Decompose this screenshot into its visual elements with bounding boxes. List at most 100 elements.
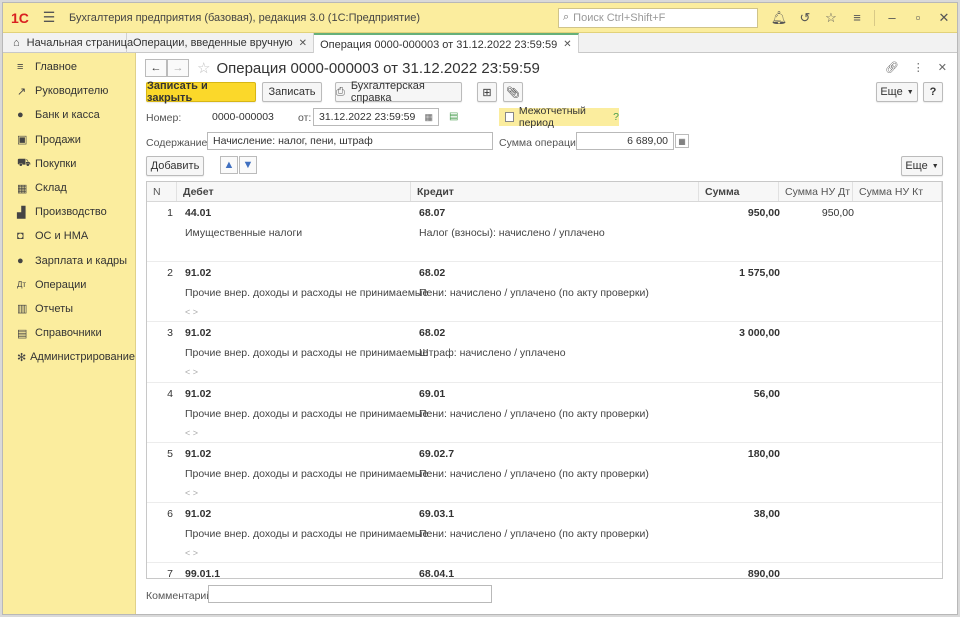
add-row-button[interactable]: Добавить	[146, 156, 204, 176]
sum-field[interactable]: 6 689,00	[576, 132, 674, 150]
sidebar-item-warehouse[interactable]: ▦ Склад	[3, 176, 135, 200]
settings-menu-icon[interactable]: ≡	[844, 10, 870, 25]
interperiod-checkbox[interactable]: Межотчетный период ?	[499, 105, 619, 129]
sum-value[interactable]: 56,00	[705, 388, 780, 400]
calendar-icon[interactable]: ▦	[424, 112, 433, 123]
sum-value[interactable]: 38,00	[705, 508, 780, 520]
tab-manual-operations[interactable]: Операции, введенные вручную ✕	[127, 33, 315, 53]
debit-account[interactable]: 91.02	[185, 267, 211, 279]
close-tab-icon[interactable]: ✕	[299, 38, 307, 49]
tab-operation-document[interactable]: Операция 0000-000003 от 31.12.2022 23:59…	[314, 33, 579, 54]
sidebar-item-bank[interactable]: ● Банк и касса	[3, 103, 135, 127]
row-number[interactable]: 6	[147, 508, 177, 520]
row-number[interactable]: 3	[147, 327, 177, 339]
row-number[interactable]: 1	[147, 207, 177, 219]
column-header-credit[interactable]: Кредит	[411, 182, 699, 201]
subconto-nav[interactable]: < >	[185, 488, 198, 498]
calendar-picker-icon[interactable]: ▤	[449, 111, 458, 122]
checkbox-box[interactable]	[505, 112, 514, 122]
credit-subconto[interactable]: Пени: начислено / уплачено (по акту пров…	[419, 468, 649, 480]
back-button[interactable]: ←	[145, 59, 167, 77]
table-row[interactable]: 4 91.02 Прочие внер. доходы и расходы не п…	[147, 383, 942, 443]
debit-account[interactable]: 44.01	[185, 207, 211, 219]
table-row[interactable]: 1 44.01 Имущественные налоги 68.07 Налог (вз…	[147, 202, 942, 263]
credit-subconto[interactable]: Штраф: начислено / уплачено	[419, 347, 566, 359]
forward-button[interactable]: →	[167, 59, 189, 77]
debit-account[interactable]: 91.02	[185, 508, 211, 520]
sum-value[interactable]: 180,00	[705, 448, 780, 460]
date-field[interactable]: 31.12.2022 23:59:59 ▦	[313, 108, 439, 126]
credit-account[interactable]: 69.03.1	[419, 508, 454, 520]
credit-account[interactable]: 68.07	[419, 207, 445, 219]
debit-account[interactable]: 91.02	[185, 448, 211, 460]
move-down-icon[interactable]: ▼	[239, 156, 257, 174]
move-up-icon[interactable]: ▲	[220, 156, 238, 174]
subconto-nav[interactable]: < >	[185, 548, 198, 558]
debit-subconto[interactable]: Прочие внер. доходы и расходы не принима…	[185, 528, 428, 540]
credit-account[interactable]: 69.01	[419, 388, 445, 400]
sum-nu-dt-value[interactable]: 950,00	[781, 207, 854, 219]
table-row[interactable]: 799.01.1Причитающиеся налоговые санкции6…	[147, 563, 942, 578]
credit-subconto[interactable]: Пени: начислено / уплачено (по акту пров…	[419, 528, 649, 540]
sidebar-item-production[interactable]: ▟ Производство	[3, 200, 135, 224]
debit-account[interactable]: 91.02	[185, 388, 211, 400]
credit-account[interactable]: 68.04.1	[419, 568, 454, 578]
save-button[interactable]: Записать	[262, 82, 322, 102]
sidebar-item-operations[interactable]: Дт Операции	[3, 273, 135, 297]
debit-subconto[interactable]: Имущественные налоги	[185, 227, 302, 239]
accounting-reference-button[interactable]: ⎙ Бухгалтерская справка	[335, 80, 462, 104]
history-icon[interactable]: ↺	[792, 10, 818, 26]
sidebar-item-manager[interactable]: ↗ Руководителю	[3, 79, 135, 103]
sidebar-item-salary[interactable]: ● Зарплата и кадры	[3, 249, 135, 273]
search-input[interactable]: ⌕ Поиск Ctrl+Shift+F	[558, 7, 758, 28]
column-header-nu-kt[interactable]: Сумма НУ Кт	[853, 182, 942, 201]
credit-account[interactable]: 68.02	[419, 267, 445, 279]
save-and-close-button[interactable]: Записать и закрыть	[146, 80, 256, 104]
row-number[interactable]: 5	[147, 448, 177, 460]
table-row[interactable]: 5 91.02 Прочие внер. доходы и расходы не п…	[147, 443, 942, 503]
minimize-icon[interactable]: –	[879, 10, 905, 25]
subconto-nav[interactable]: < >	[185, 428, 198, 438]
sidebar-item-reports[interactable]: ▥ Отчеты	[3, 297, 135, 321]
sum-value[interactable]: 3 000,00	[705, 327, 780, 339]
main-menu-icon[interactable]: ☰	[37, 9, 61, 26]
column-header-nu-dt[interactable]: Сумма НУ Дт	[779, 182, 853, 201]
more-button[interactable]: Еще ▼	[876, 82, 918, 102]
sidebar-item-sales[interactable]: ▣ Продажи	[3, 128, 135, 152]
debit-subconto[interactable]: Прочие внер. доходы и расходы не принима…	[185, 408, 428, 420]
calculator-icon[interactable]: ▦	[675, 134, 689, 148]
link-icon[interactable]: 🔗︎	[885, 61, 899, 74]
sidebar-item-purchases[interactable]: ⛟ Покупки	[3, 152, 135, 176]
sidebar-item-administration[interactable]: ✻ Администрирование	[3, 345, 135, 369]
credit-subconto[interactable]: Пени: начислено / уплачено (по акту пров…	[419, 408, 649, 420]
close-form-icon[interactable]: ✕	[938, 61, 947, 74]
sidebar-item-main[interactable]: ≡ Главное	[3, 55, 135, 79]
attachment-icon[interactable]: 📎︎	[503, 82, 523, 102]
bell-icon[interactable]: 🔔︎	[766, 10, 792, 26]
credit-account[interactable]: 69.02.7	[419, 448, 454, 460]
favorite-star-icon[interactable]: ☆	[197, 59, 210, 77]
debit-account[interactable]: 91.02	[185, 327, 211, 339]
sum-value[interactable]: 950,00	[705, 207, 780, 219]
sidebar-item-fixed-assets[interactable]: ◘ ОС и НМА	[3, 224, 135, 248]
interperiod-help-icon[interactable]: ?	[613, 111, 619, 123]
row-number[interactable]: 7	[147, 568, 177, 578]
debit-account[interactable]: 99.01.1	[185, 568, 220, 578]
sum-value[interactable]: 1 575,00	[705, 267, 780, 279]
credit-subconto[interactable]: Пени: начислено / уплачено (по акту пров…	[419, 287, 649, 299]
column-header-sum[interactable]: Сумма	[699, 182, 779, 201]
credit-subconto[interactable]: Налог (взносы): начислено / уплачено	[419, 227, 605, 239]
row-number[interactable]: 4	[147, 388, 177, 400]
comment-field[interactable]	[208, 585, 492, 603]
table-row[interactable]: 6 91.02 Прочие внер. доходы и расходы не п…	[147, 503, 942, 564]
column-header-n[interactable]: N	[147, 182, 177, 201]
debit-subconto[interactable]: Прочие внер. доходы и расходы не принима…	[185, 347, 428, 359]
number-field[interactable]: 0000-000003	[206, 108, 286, 126]
close-icon[interactable]: ✕	[931, 10, 957, 26]
sidebar-item-directories[interactable]: ▤ Справочники	[3, 321, 135, 345]
debit-subconto[interactable]: Прочие внер. доходы и расходы не принима…	[185, 287, 428, 299]
table-row[interactable]: 3 91.02 Прочие внер. доходы и расходы не п…	[147, 322, 942, 383]
more-vertical-icon[interactable]: ⋮	[913, 61, 924, 74]
close-tab-icon[interactable]: ✕	[563, 39, 571, 50]
table-more-button[interactable]: Еще ▼	[901, 156, 943, 176]
